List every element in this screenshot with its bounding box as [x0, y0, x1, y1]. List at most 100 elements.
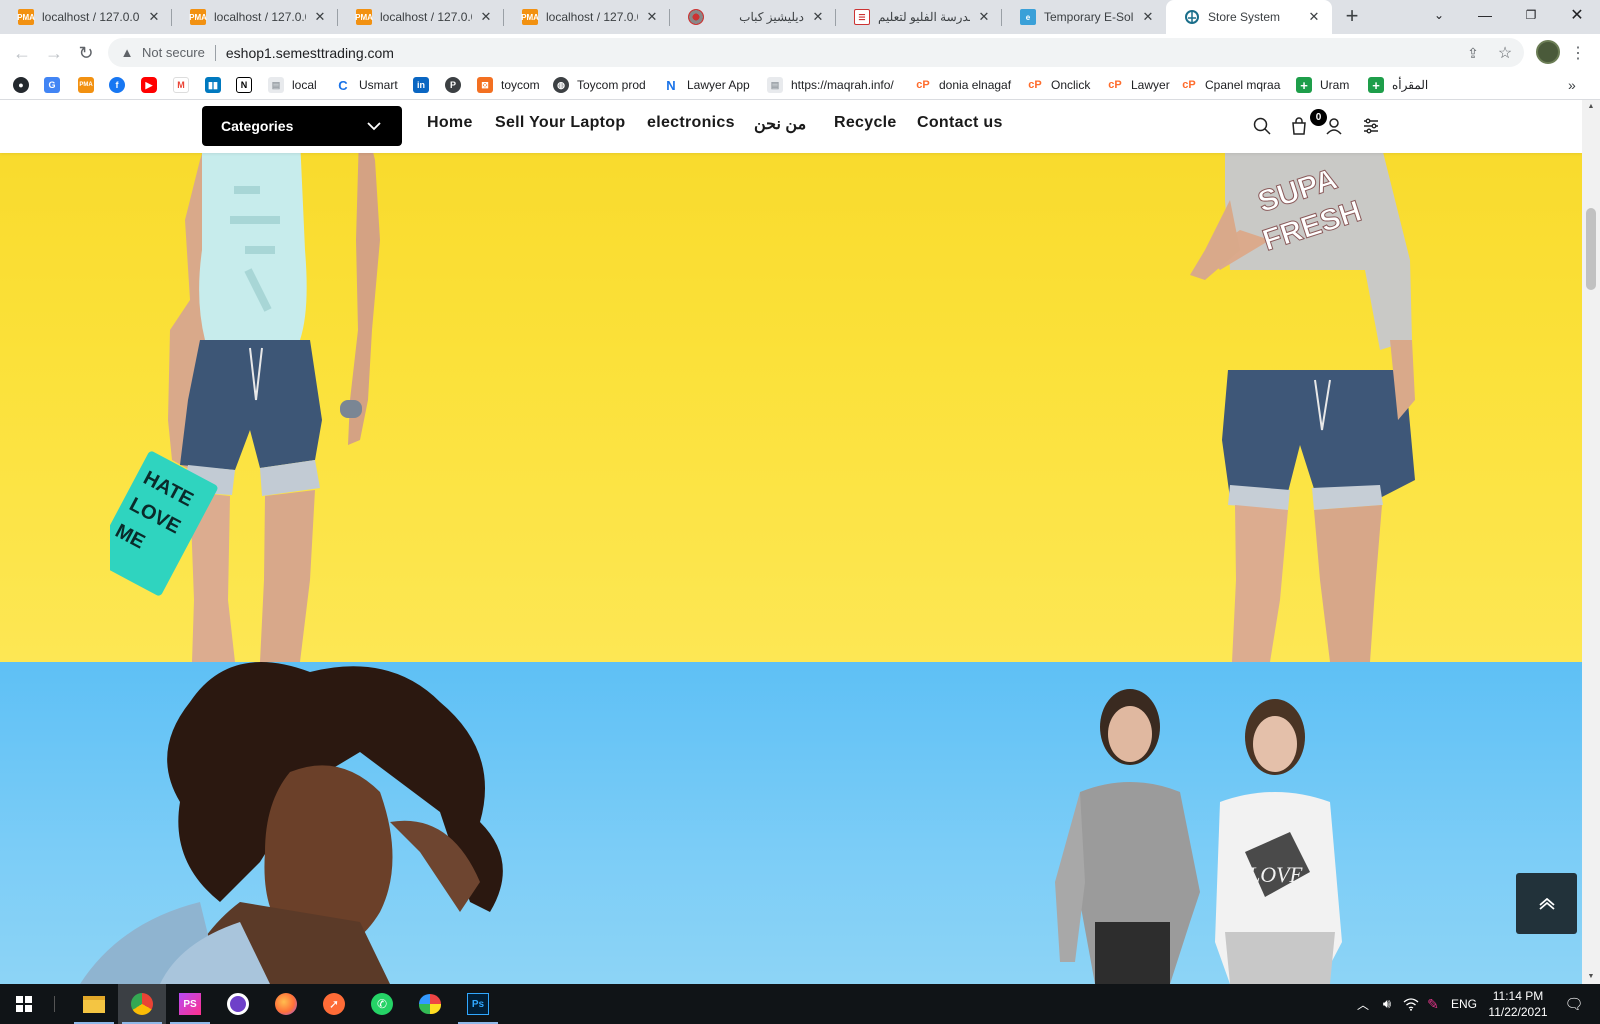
taskbar-phpstorm[interactable]: PS: [166, 984, 214, 1024]
start-button[interactable]: [0, 984, 48, 1024]
language-indicator[interactable]: ENG: [1446, 984, 1482, 1024]
reload-icon[interactable]: ↻: [72, 39, 100, 67]
bookmark-translate[interactable]: G: [44, 75, 60, 95]
bookmark-github[interactable]: ●: [13, 75, 29, 95]
search-icon[interactable]: [1252, 116, 1272, 136]
blue-banner[interactable]: LOVE: [0, 662, 1582, 984]
bookmark-item[interactable]: cP donia elnagaf: [915, 75, 1011, 95]
bookmark-item[interactable]: ◍ Toycom prod: [553, 75, 646, 95]
bookmark-item[interactable]: cP Cpanel mqraa: [1181, 75, 1280, 95]
tab-search-icon[interactable]: ⌄: [1416, 0, 1462, 30]
bookmark-item[interactable]: + Uram: [1296, 75, 1349, 95]
bookmark-label: Lawyer: [1131, 78, 1170, 92]
nav-contact-us[interactable]: Contact us: [917, 114, 1003, 132]
bookmark-item[interactable]: + المقرأه: [1368, 75, 1428, 95]
browser-tab[interactable]: PMA localhost / 127.0.0.1 ✕: [0, 0, 172, 34]
taskbar-github-desktop[interactable]: [214, 984, 262, 1024]
settings-sliders-icon[interactable]: [1361, 116, 1381, 136]
bookmark-item[interactable]: N Lawyer App: [663, 75, 750, 95]
taskbar-chrome[interactable]: [118, 984, 166, 1024]
restore-icon[interactable]: ❐: [1508, 0, 1554, 30]
new-tab-icon[interactable]: +: [1340, 5, 1364, 29]
taskbar-postman[interactable]: ➚: [310, 984, 358, 1024]
cart-icon[interactable]: [1289, 116, 1309, 136]
bookmark-item[interactable]: cP Onclick: [1027, 75, 1090, 95]
browser-tab[interactable]: PMA localhost / 127.0.0.1 ✕: [504, 0, 670, 34]
close-icon[interactable]: ✕: [644, 9, 660, 25]
close-icon[interactable]: ✕: [810, 9, 826, 25]
bookmark-star-icon[interactable]: ☆: [1494, 42, 1516, 64]
bookmark-p[interactable]: P: [445, 75, 461, 95]
cpanel-icon: cP: [1027, 77, 1043, 93]
nav-electronics[interactable]: electronics: [647, 114, 735, 132]
volume-icon[interactable]: 🔊︎: [1376, 984, 1398, 1024]
bookmark-facebook[interactable]: f: [109, 75, 125, 95]
yellow-banner[interactable]: HATE LOVE ME SUPA FRESH: [0, 100, 1582, 662]
close-icon[interactable]: ✕: [1140, 9, 1156, 25]
tab-title: Store System: [1208, 10, 1281, 24]
nav-home[interactable]: Home: [427, 114, 473, 132]
browser-tab[interactable]: PMA localhost / 127.0.0.1 ✕: [338, 0, 504, 34]
nav-recycle[interactable]: Recycle: [834, 114, 897, 132]
nav-about-us[interactable]: من نحن: [754, 114, 806, 134]
bookmark-gmail[interactable]: M: [173, 75, 189, 95]
browser-tab-active[interactable]: Store System ✕: [1166, 0, 1332, 34]
address-bar[interactable]: ▲ Not secure eshop1.semesttrading.com ⇪ …: [108, 38, 1524, 67]
close-icon[interactable]: ✕: [1306, 9, 1322, 25]
notifications-icon[interactable]: 🗨︎: [1556, 984, 1592, 1024]
scrollbar-thumb[interactable]: [1586, 208, 1596, 290]
tab-title: localhost / 127.0.0.1: [380, 10, 472, 24]
taskbar-whatsapp[interactable]: ✆: [358, 984, 406, 1024]
bookmark-notion[interactable]: N: [236, 75, 252, 95]
forward-icon[interactable]: →: [40, 39, 68, 67]
minimize-icon[interactable]: —: [1462, 0, 1508, 30]
bookmark-item[interactable]: ⊠ toycom: [477, 75, 540, 95]
profile-avatar[interactable]: [1536, 40, 1560, 64]
n-icon: N: [663, 77, 679, 93]
window-close-icon[interactable]: ✕: [1554, 0, 1600, 30]
kebab-menu-icon[interactable]: ⋮: [1564, 39, 1592, 67]
bookmark-linkedin[interactable]: in: [413, 75, 429, 95]
scroll-up-icon[interactable]: ▲: [1582, 100, 1600, 114]
bookmark-folder[interactable]: ▤ local: [268, 75, 317, 95]
share-icon[interactable]: ⇪: [1462, 42, 1484, 64]
bookmark-youtube[interactable]: ▶: [141, 75, 157, 95]
browser-tab[interactable]: PMA localhost / 127.0.0.1 ✕: [172, 0, 338, 34]
browser-tab[interactable]: ☰ مدرسة الفليو لتعليم ✕: [836, 0, 1002, 34]
back-icon[interactable]: ←: [8, 39, 36, 67]
close-icon[interactable]: ✕: [976, 9, 992, 25]
scroll-down-icon[interactable]: ▼: [1582, 970, 1600, 984]
warning-icon[interactable]: ▲: [118, 45, 136, 60]
close-icon[interactable]: ✕: [146, 9, 162, 25]
store-icon: [1184, 9, 1200, 25]
wifi-icon[interactable]: [1400, 984, 1422, 1024]
svg-text:LOVE: LOVE: [1247, 862, 1304, 887]
taskbar-photoshop[interactable]: Ps: [454, 984, 502, 1024]
system-clock[interactable]: 11:14 PM 11/22/2021: [1480, 988, 1556, 1020]
user-icon[interactable]: [1324, 116, 1344, 136]
browser-tab[interactable]: ديليشيز كباب ✕: [670, 0, 836, 34]
bookmark-folder[interactable]: ▤ https://maqrah.info/: [767, 75, 894, 95]
browser-tab[interactable]: e Temporary E-Solution ✕: [1002, 0, 1166, 34]
bookmark-trello[interactable]: ▮▮: [205, 75, 221, 95]
tab-title: localhost / 127.0.0.1: [214, 10, 306, 24]
close-icon[interactable]: ✕: [312, 9, 328, 25]
categories-dropdown[interactable]: Categories: [202, 106, 402, 146]
bookmarks-overflow-icon[interactable]: »: [1568, 75, 1576, 95]
security-label[interactable]: Not secure: [142, 45, 205, 60]
bookmark-item[interactable]: cP Lawyer: [1107, 75, 1170, 95]
taskbar-file-explorer[interactable]: [70, 984, 118, 1024]
bookmark-pma[interactable]: PMA: [78, 75, 94, 95]
page-scrollbar[interactable]: ▲ ▼: [1582, 100, 1600, 984]
bookmark-item[interactable]: C Usmart: [335, 75, 398, 95]
close-icon[interactable]: ✕: [478, 9, 494, 25]
taskbar-firefox[interactable]: [262, 984, 310, 1024]
tray-overflow-icon[interactable]: ︿: [1352, 984, 1374, 1024]
chrome-icon: [131, 993, 153, 1015]
url-text[interactable]: eshop1.semesttrading.com: [226, 45, 394, 61]
nav-sell-your-laptop[interactable]: Sell Your Laptop: [495, 114, 625, 132]
pen-icon[interactable]: ✎: [1422, 984, 1444, 1024]
back-to-top-button[interactable]: [1516, 873, 1577, 934]
folder-icon: ▤: [268, 77, 284, 93]
taskbar-paint[interactable]: [406, 984, 454, 1024]
